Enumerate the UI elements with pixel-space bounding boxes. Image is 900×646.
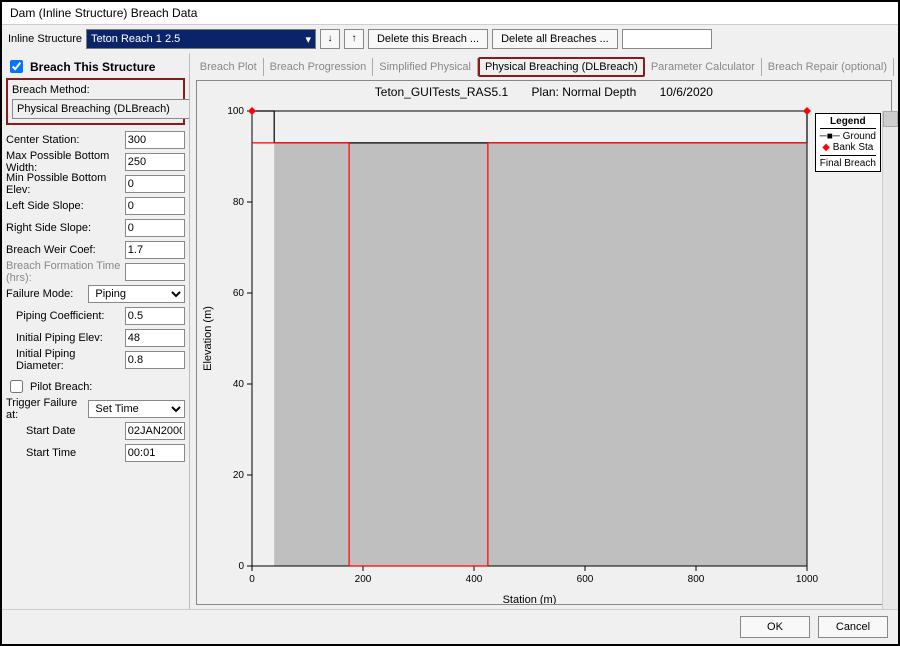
left-panel: Breach This Structure Breach Method: Phy…: [2, 53, 189, 609]
plot-container: Teton_GUITests_RAS5.1 Plan: Normal Depth…: [196, 80, 892, 605]
left-side-slope-input[interactable]: [125, 197, 185, 215]
legend-final-breach: Final Breach: [820, 155, 876, 169]
svg-text:40: 40: [233, 379, 245, 390]
breach-this-label: Breach This Structure: [30, 60, 155, 74]
start-date-input[interactable]: [125, 422, 185, 440]
breach-formation-time-label: Breach Formation Time (hrs):: [6, 260, 125, 284]
inline-structure-label: Inline Structure: [8, 33, 82, 45]
piping-coef-input[interactable]: [125, 307, 185, 325]
start-time-label: Start Time: [6, 447, 125, 459]
trigger-failure-select[interactable]: Set Time: [88, 400, 184, 418]
breach-method-group: Breach Method: Physical Breaching (DLBre…: [6, 78, 185, 125]
start-date-label: Start Date: [6, 425, 125, 437]
svg-text:20: 20: [233, 470, 245, 481]
tab-breach-repair[interactable]: Breach Repair (optional): [762, 58, 894, 76]
inline-structure-select[interactable]: Teton Reach 1 2.5 ▾: [86, 29, 316, 49]
svg-text:Station (m): Station (m): [502, 594, 556, 605]
tab-physical-breaching-dlbreach[interactable]: Physical Breaching (DLBreach): [478, 57, 645, 77]
breach-weir-coef-input[interactable]: [125, 241, 185, 259]
right-panel: Breach Plot Breach Progression Simplifie…: [189, 53, 898, 609]
main: Breach This Structure Breach Method: Phy…: [2, 53, 898, 609]
init-piping-elev-label: Initial Piping Elev:: [6, 332, 125, 344]
cancel-button[interactable]: Cancel: [818, 616, 888, 638]
breach-method-select[interactable]: Physical Breaching (DLBreach): [12, 99, 189, 119]
scrollbar-thumb[interactable]: [883, 111, 898, 127]
failure-mode-select[interactable]: Piping: [88, 285, 184, 303]
piping-coef-label: Piping Coefficient:: [6, 310, 125, 322]
min-bottom-elev-label: Min Possible Bottom Elev:: [6, 172, 125, 196]
titlebar: Dam (Inline Structure) Breach Data: [2, 2, 898, 25]
min-bottom-elev-input[interactable]: [125, 175, 185, 193]
init-piping-diam-label: Initial Piping Diameter:: [6, 348, 125, 372]
breach-formation-time-input: [125, 263, 185, 281]
window-title: Dam (Inline Structure) Breach Data: [10, 6, 197, 20]
center-station-input[interactable]: [125, 131, 185, 149]
svg-text:600: 600: [576, 574, 593, 585]
svg-text:80: 80: [233, 197, 245, 208]
trigger-failure-label: Trigger Failure at:: [6, 397, 88, 421]
center-station-label: Center Station:: [6, 134, 125, 146]
prev-structure-button[interactable]: ↓: [320, 29, 340, 49]
tab-breach-progression[interactable]: Breach Progression: [264, 58, 374, 76]
tab-strip: Breach Plot Breach Progression Simplifie…: [190, 53, 898, 76]
failure-mode-label: Failure Mode:: [6, 288, 88, 300]
max-bottom-width-input[interactable]: [125, 153, 185, 171]
tab-breach-plot[interactable]: Breach Plot: [194, 58, 264, 76]
footer: OK Cancel: [2, 609, 898, 644]
delete-this-breach-button[interactable]: Delete this Breach ...: [368, 29, 488, 49]
svg-text:800: 800: [687, 574, 704, 585]
tab-simplified-physical[interactable]: Simplified Physical: [373, 58, 478, 76]
window: Dam (Inline Structure) Breach Data Inlin…: [0, 0, 900, 646]
right-side-slope-input[interactable]: [125, 219, 185, 237]
svg-text:0: 0: [238, 561, 244, 572]
svg-text:100: 100: [227, 106, 244, 117]
max-bottom-width-label: Max Possible Bottom Width:: [6, 150, 125, 174]
right-side-slope-label: Right Side Slope:: [6, 222, 125, 234]
legend-ground: ─■─ Ground: [820, 131, 876, 142]
legend-title: Legend: [820, 116, 876, 129]
left-side-slope-label: Left Side Slope:: [6, 200, 125, 212]
pilot-breach-label: Pilot Breach:: [30, 381, 92, 393]
svg-text:Elevation (m): Elevation (m): [202, 306, 214, 371]
breach-weir-coef-label: Breach Weir Coef:: [6, 244, 125, 256]
chevron-down-icon: ▾: [305, 33, 311, 46]
svg-text:60: 60: [233, 288, 245, 299]
legend-banksta: ◆ Bank Sta: [820, 142, 876, 153]
breach-method-label: Breach Method:: [12, 84, 179, 96]
svg-text:400: 400: [465, 574, 482, 585]
svg-text:0: 0: [249, 574, 255, 585]
delete-all-breaches-button[interactable]: Delete all Breaches ...: [492, 29, 618, 49]
svg-text:200: 200: [354, 574, 371, 585]
pilot-breach-checkbox[interactable]: [10, 380, 23, 393]
search-input[interactable]: [622, 29, 712, 49]
plot-svg: 0 200 400 600 800 1000 0 20 40 60 80 100 Station (m)…: [197, 101, 827, 605]
breach-this-checkbox[interactable]: [10, 60, 23, 73]
start-time-input[interactable]: [125, 444, 185, 462]
svg-text:1000: 1000: [796, 574, 819, 585]
legend: Legend ─■─ Ground ◆ Bank Sta Final Breac…: [815, 113, 881, 172]
ok-button[interactable]: OK: [740, 616, 810, 638]
tab-parameter-calculator[interactable]: Parameter Calculator: [645, 58, 762, 76]
init-piping-diam-input[interactable]: [125, 351, 185, 369]
scrollbar-vertical[interactable]: [882, 111, 898, 609]
next-structure-button[interactable]: ↑: [344, 29, 364, 49]
init-piping-elev-input[interactable]: [125, 329, 185, 347]
toolbar: Inline Structure Teton Reach 1 2.5 ▾ ↓ ↑…: [2, 25, 898, 53]
plot-title: Teton_GUITests_RAS5.1 Plan: Normal Depth…: [197, 81, 891, 101]
